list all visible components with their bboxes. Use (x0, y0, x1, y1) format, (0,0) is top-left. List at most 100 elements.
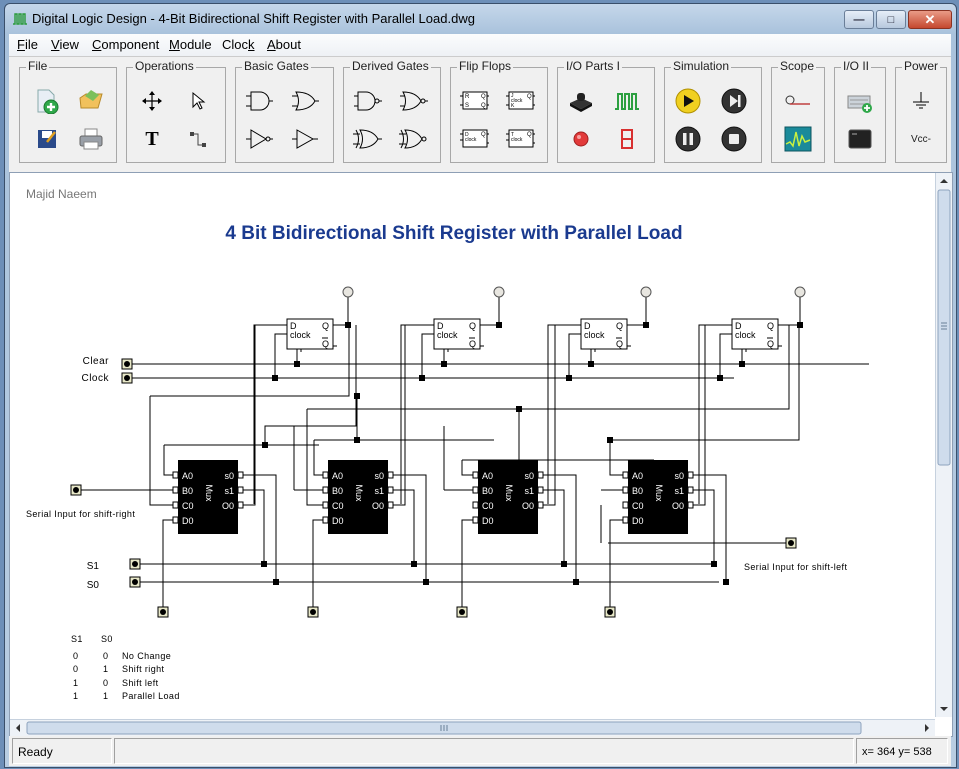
nand-gate-button[interactable] (352, 86, 382, 116)
s1-label: S1 (87, 561, 100, 572)
open-file-button[interactable] (76, 86, 106, 116)
terminal-tool[interactable] (845, 124, 875, 154)
wire (393, 325, 406, 506)
group-label: Flip Flops (457, 59, 514, 73)
play-button[interactable] (673, 86, 703, 116)
save-file-button[interactable] (32, 124, 62, 154)
print-button[interactable] (76, 124, 106, 154)
close-icon: ✕ (924, 11, 936, 27)
keyboard-tool[interactable] (845, 86, 875, 116)
step-button[interactable] (719, 86, 749, 116)
tt-cell: 0 (103, 678, 108, 688)
or-gate-button[interactable] (290, 86, 320, 116)
jk-flip-flop-button[interactable]: Jclock K Q (505, 86, 535, 116)
input-pin-dot[interactable] (788, 540, 794, 546)
new-file-icon (37, 89, 59, 114)
input-pin-dot[interactable] (310, 609, 316, 615)
led-tool[interactable] (566, 124, 596, 154)
input-pin[interactable] (129, 558, 141, 570)
xnor-gate-button[interactable] (398, 124, 428, 154)
vertical-scrollbar[interactable] (935, 173, 952, 717)
menu-view[interactable]: View (51, 37, 79, 52)
menu-about[interactable]: About (267, 37, 301, 52)
oscilloscope-tool[interactable] (783, 124, 813, 154)
junction (588, 361, 594, 367)
stop-button[interactable] (719, 124, 749, 154)
mux-pin-label: O0 (222, 501, 234, 511)
step-icon (721, 88, 747, 114)
wire (400, 324, 434, 504)
minimize-button[interactable]: — (844, 10, 874, 29)
input-pin-dot[interactable] (160, 609, 166, 615)
schematic-canvas[interactable]: Majid Naeem 4 Bit Bidirectional Shift Re… (14, 176, 936, 717)
and-gate-button[interactable] (244, 86, 274, 116)
probe-tool[interactable] (783, 86, 813, 116)
input-pin-dot[interactable] (459, 609, 465, 615)
mux-pin-label: A0 (332, 471, 343, 481)
input-pin[interactable] (121, 358, 133, 370)
tt-header-s0: S0 (101, 634, 113, 644)
wire (274, 333, 287, 378)
mux-pin-label: B0 (332, 486, 343, 496)
input-pin[interactable] (456, 606, 468, 618)
d-flip-flop-button[interactable]: Dclock Q (459, 124, 489, 154)
maximize-button[interactable]: □ (876, 10, 906, 29)
mux-pin-label: s1 (374, 486, 384, 496)
move-tool-button[interactable] (137, 86, 167, 116)
input-pin[interactable] (307, 606, 319, 618)
input-pin[interactable] (121, 372, 133, 384)
menu-component[interactable]: Component (92, 37, 159, 52)
group-scope: Scope (771, 59, 825, 163)
mux-pin (322, 516, 329, 524)
pause-button[interactable] (673, 124, 703, 154)
menu-file[interactable]: File (17, 37, 38, 52)
wire-tool-button[interactable] (183, 124, 213, 154)
t-flip-flop-button[interactable]: Tclock Q (505, 124, 535, 154)
input-pin[interactable] (129, 576, 141, 588)
input-pin[interactable] (604, 606, 616, 618)
ground-tool[interactable] (906, 86, 936, 116)
input-pin-dot[interactable] (132, 579, 138, 585)
buffer-gate-button[interactable] (290, 124, 320, 154)
d-flip-flop-icon: DclockQ (460, 129, 489, 148)
wire (719, 333, 732, 378)
input-pin[interactable] (785, 537, 797, 549)
probe-icon (785, 95, 810, 105)
vcc-tool[interactable]: Vcc- (906, 124, 936, 154)
drawing-area: Majid Naeem 4 Bit Bidirectional Shift Re… (9, 172, 953, 737)
menu-clock[interactable]: Clock (222, 37, 255, 52)
clear-label: Clear (83, 356, 110, 367)
input-pin-dot[interactable] (124, 361, 130, 367)
svg-text:clock: clock (511, 137, 523, 143)
push-button-tool[interactable] (566, 86, 596, 116)
close-button[interactable]: ✕ (908, 10, 952, 29)
pause-icon (675, 126, 701, 152)
select-tool-button[interactable] (183, 86, 213, 116)
menu-bar: File View Component Module Clock About (9, 34, 951, 56)
seven-segment-tool[interactable] (612, 124, 642, 154)
input-pin-dot[interactable] (73, 487, 79, 493)
author-label: Majid Naeem (26, 187, 97, 201)
mux-pin (472, 471, 479, 479)
input-pin[interactable] (157, 606, 169, 618)
input-pin-dot[interactable] (124, 375, 130, 381)
not-gate-button[interactable] (244, 124, 274, 154)
new-file-button[interactable] (32, 86, 62, 116)
title-bar[interactable]: Digital Logic Design - 4-Bit Bidirection… (5, 4, 956, 34)
input-pin-dot[interactable] (132, 561, 138, 567)
text-tool-button[interactable]: T (137, 124, 167, 154)
input-pin-dot[interactable] (607, 609, 613, 615)
text-icon: T (145, 127, 159, 150)
sr-flip-flop-button[interactable]: RS QQ (459, 86, 489, 116)
menu-module[interactable]: Module (169, 37, 212, 52)
clock-source-tool[interactable] (612, 86, 642, 116)
junction (354, 393, 360, 399)
xor-gate-button[interactable] (352, 124, 382, 154)
nor-gate-button[interactable] (398, 86, 428, 116)
horizontal-scrollbar[interactable] (10, 719, 935, 736)
tt-cell: 1 (73, 678, 78, 688)
junction (496, 322, 502, 328)
mux-pin (387, 501, 394, 509)
input-pin[interactable] (70, 484, 82, 496)
mux-pin (172, 486, 179, 494)
